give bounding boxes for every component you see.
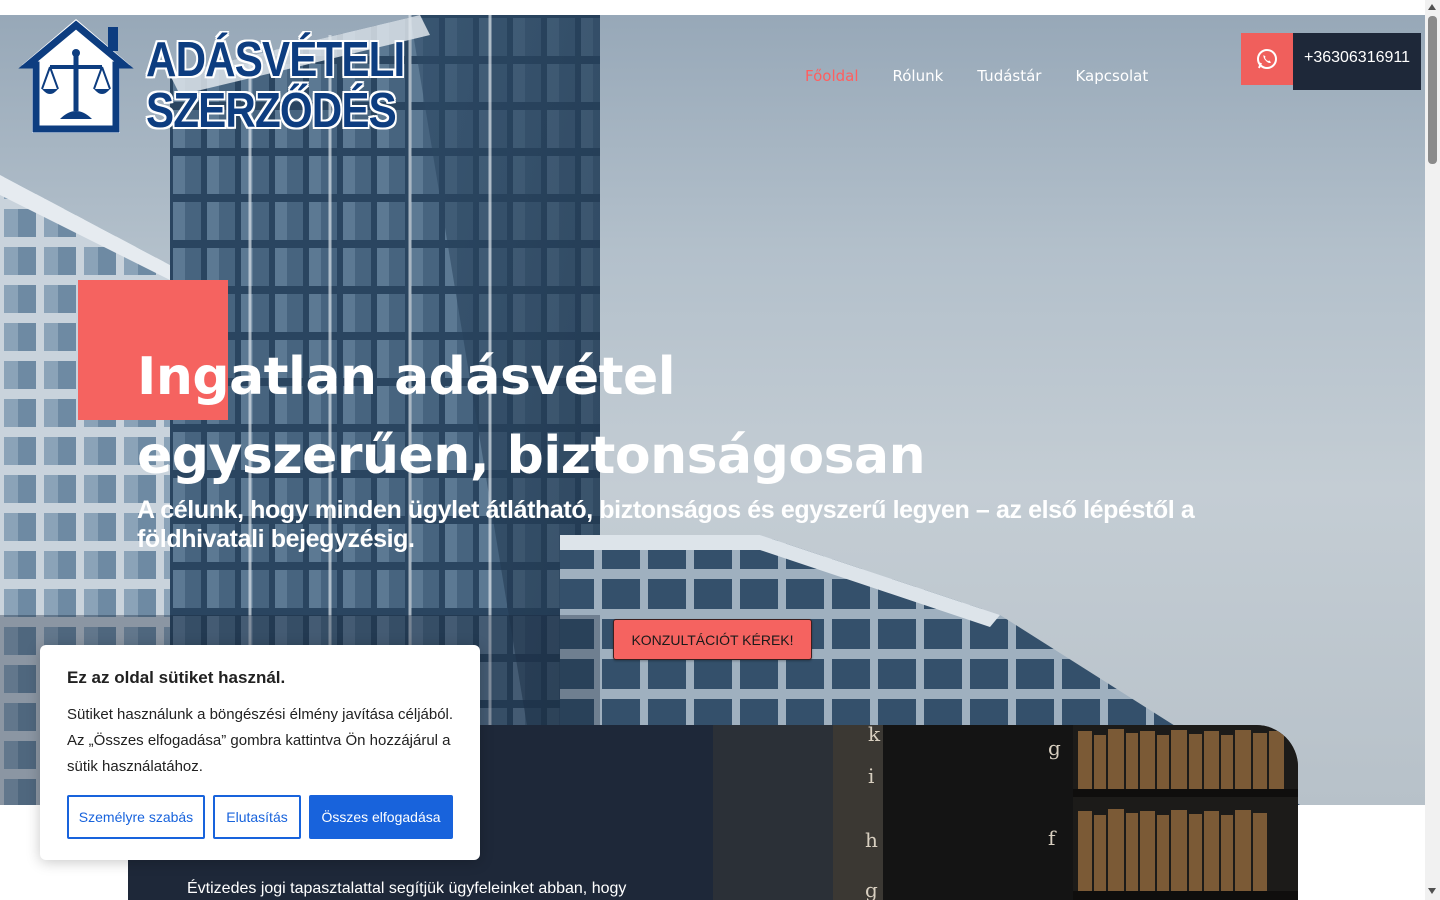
main-nav: Főoldal Rólunk Tudástár Kapcsolat (805, 67, 1148, 85)
about-text: Évtizedes jogi tapasztalattal segítjük ü… (187, 880, 627, 897)
svg-text:g: g (1048, 736, 1061, 760)
scales-house-icon (18, 19, 134, 133)
logo-line-1: ADÁSVÉTELI (146, 33, 405, 87)
bookshelf-image: kihg gf (713, 725, 1298, 900)
hero-title-line-2: egyszerűen, biztonságosan (137, 426, 926, 486)
top-strip (0, 0, 1440, 15)
cookie-customize-button[interactable]: Személyre szabás (67, 795, 205, 839)
cookie-title: Ez az oldal sütiket használ. (67, 668, 286, 687)
cookie-text: Sütiket használunk a böngészési élmény j… (67, 706, 454, 775)
svg-text:g: g (865, 878, 878, 900)
library-image: kihg gf (713, 725, 1298, 900)
logo-text: ADÁSVÉTELI SZERZŐDÉS (146, 33, 405, 138)
nav-item-tudastar[interactable]: Tudástár (977, 67, 1041, 85)
hero-title: Ingatlan adásvétel egyszerűen, biztonság… (137, 338, 926, 496)
site-logo[interactable]: ADÁSVÉTELI SZERZŐDÉS (16, 15, 405, 140)
nav-item-kapcsolat[interactable]: Kapcsolat (1075, 67, 1148, 85)
scrollbar-thumb[interactable] (1428, 16, 1437, 164)
cookie-banner: Ez az oldal sütiket használ. Sütiket has… (40, 645, 480, 860)
svg-text:k: k (868, 725, 881, 746)
hero-subtitle: A célunk, hogy minden ügylet átlátható, … (137, 496, 1195, 553)
cookie-reject-button[interactable]: Elutasítás (213, 795, 301, 839)
logo-line-2: SZERZŐDÉS (146, 84, 397, 138)
svg-text:i: i (868, 764, 874, 788)
consultation-button[interactable]: KONZULTÁCIÓT KÉREK! (613, 619, 812, 660)
whatsapp-icon (1257, 49, 1277, 69)
hero-title-line-1: Ingatlan adásvétel (137, 347, 676, 407)
svg-text:h: h (865, 828, 878, 852)
cookie-accept-button[interactable]: Összes elfogadása (309, 795, 453, 839)
page-scrollbar[interactable] (1425, 0, 1440, 900)
scroll-up-arrow-icon[interactable] (1428, 4, 1436, 10)
phone-number-button[interactable]: +36306316911 (1293, 33, 1421, 90)
scroll-down-arrow-icon[interactable] (1428, 888, 1436, 894)
nav-item-rolunk[interactable]: Rólunk (893, 67, 944, 85)
whatsapp-button[interactable] (1241, 33, 1293, 85)
nav-item-fooldal[interactable]: Főoldal (805, 67, 859, 85)
